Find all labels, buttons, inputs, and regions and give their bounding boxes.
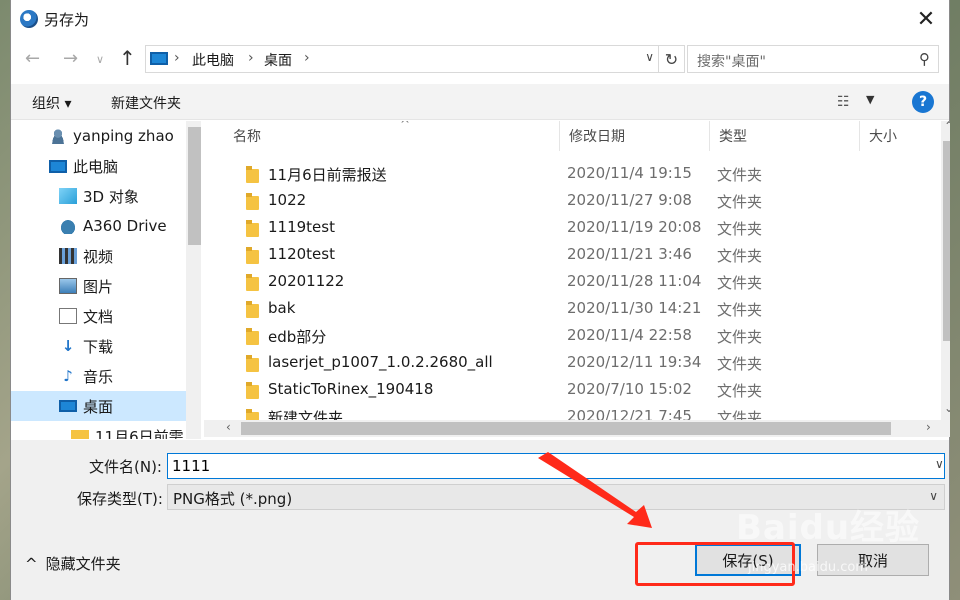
arrow-icon — [538, 452, 652, 528]
watermark-logo: Baidu经验 — [736, 508, 921, 548]
watermark-url: jingyan.baidu.com — [748, 560, 868, 575]
